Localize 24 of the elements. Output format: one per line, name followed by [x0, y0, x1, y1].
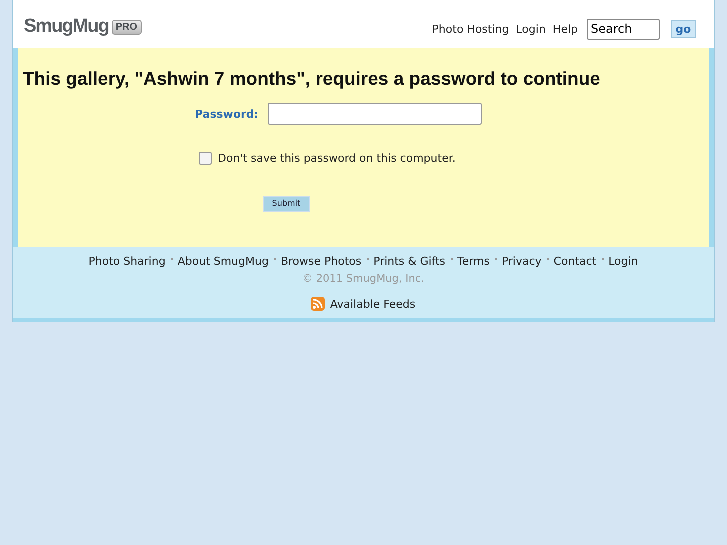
footer-link[interactable]: Prints & Gifts: [374, 255, 446, 268]
nav-link[interactable]: Help: [552, 22, 578, 36]
logo-wordmark[interactable]: SmugMug: [24, 16, 109, 38]
page-heading: This gallery, "Ashwin 7 months", requires a password to continue: [23, 68, 602, 90]
footer-link[interactable]: Terms: [458, 255, 490, 268]
checkbox-label: Don't save this password on this computer.: [218, 152, 456, 165]
copyright-text: © 2011 SmugMug, Inc.: [302, 273, 425, 285]
footer-link[interactable]: Privacy: [502, 255, 542, 268]
footer-link[interactable]: Contact: [554, 255, 597, 268]
footer-link[interactable]: Browse Photos: [280, 255, 362, 268]
password-field[interactable]: [268, 103, 482, 125]
checkbox[interactable]: [199, 152, 212, 165]
footer-link[interactable]: Photo Sharing: [88, 255, 166, 268]
nav-link[interactable]: Login: [516, 22, 546, 36]
rss-icon: [311, 297, 326, 311]
feeds-link[interactable]: Available Feeds: [330, 298, 416, 310]
footer-link[interactable]: About SmugMug: [178, 255, 269, 268]
search-field[interactable]: Search: [587, 18, 660, 40]
password-label: Password:: [195, 108, 259, 120]
footer-link[interactable]: Login: [608, 255, 638, 268]
submit-button[interactable]: Submit: [263, 196, 310, 212]
pro-badge: PRO: [112, 20, 142, 34]
nav-link[interactable]: Photo Hosting: [432, 22, 510, 36]
go-button[interactable]: go: [671, 20, 696, 38]
